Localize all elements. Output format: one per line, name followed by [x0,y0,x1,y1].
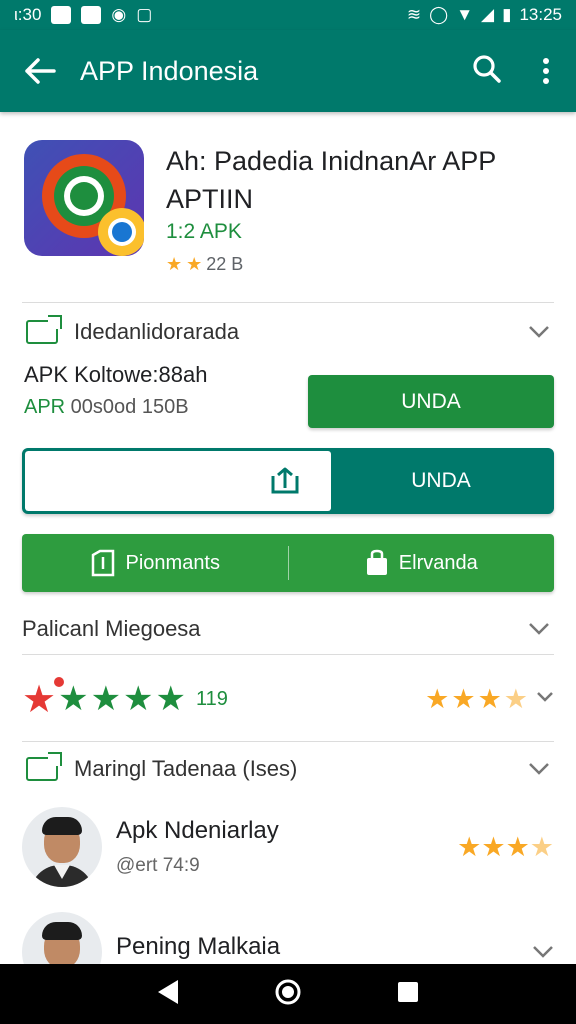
split-download-button[interactable]: UNDA [22,448,554,514]
chevron-down-icon[interactable] [532,945,554,959]
signal-icon: ◢ [481,5,495,24]
status-time-right: 13:25 [519,5,562,24]
half-star-icon: ★ [503,683,528,714]
open-external-icon [26,752,62,781]
apk-size: 00s0od 150B [65,396,189,418]
star-icon: ★ [425,683,450,714]
review-meta: @ert 74:9 [116,855,200,876]
star-icon: ★ [186,254,203,274]
back-triangle-icon[interactable] [156,979,180,1010]
home-circle-icon[interactable] [273,977,303,1012]
half-star-icon: ★ [529,831,554,862]
reviewer-name: Apk Ndeniarlay [116,817,279,844]
battery-icon: ▮ [502,5,512,24]
install-button[interactable]: Elrvanda [289,534,555,592]
star-icon: ★ [123,680,154,718]
divider [22,302,554,303]
divider [22,741,554,742]
section-header-ratings[interactable]: Palicanl Miegoesa [22,609,554,649]
avatar [22,912,102,964]
red-star-icon: ★ [22,676,65,722]
star-icon: ★ [451,683,476,714]
main-content: Ah: Padedia InidnanAr APP APTIIN 1:2 APK… [0,112,576,964]
star-icon: ★ [155,680,187,718]
more-options-icon[interactable] [516,57,576,85]
permissions-button[interactable]: Pionmants [22,534,288,592]
badge-dot [54,676,65,687]
section-header-reviews[interactable]: Maringl Tadenaa (Ises) [22,749,554,789]
install-label: Elrvanda [398,551,478,574]
apk-info-line1: APK Koltowe:88ah [24,362,208,387]
share-button[interactable] [25,451,331,511]
section-title: Palicanl Miegoesa [22,616,201,641]
chevron-down-icon[interactable] [536,690,554,708]
rating-count: 119 [196,687,228,710]
star-icon: ★ [166,254,183,274]
document-icon [91,549,114,577]
app-icon[interactable] [24,140,144,256]
app-rating: ★ ★ 22 B [166,254,243,275]
star-icon: ★ [481,831,506,862]
divider [22,654,554,655]
recents-square-icon[interactable] [396,980,420,1009]
vibrate-icon: ≋ [406,5,422,24]
star-icon: ★ [457,831,482,862]
app-version: 1:2 APK [166,220,242,243]
bag-icon [366,549,387,575]
app-name: Ah: Padedia InidnanAr APP APTIIN [166,146,496,214]
page-title: APP Indonesia [80,55,259,86]
section-title: Idedanlidorarada [74,319,240,344]
status-time-left: ι:30 [14,5,42,24]
notification-icon: ▢ [136,5,153,24]
apk-info-line2: APR 00s0od 150B [24,396,189,419]
notification-icon [51,6,72,24]
permissions-label: Pionmants [125,551,221,574]
reviewer-name: Pening Malkaia [116,933,281,960]
avatar [22,807,102,887]
split-button-label[interactable]: UNDA [331,451,551,511]
section-title: Maringl Tadenaa (Ises) [74,756,298,781]
system-nav-bar [0,964,576,1024]
chevron-down-icon[interactable] [528,616,550,642]
back-arrow-icon[interactable] [0,58,80,84]
review-stars: ★ ★ ★ ★ [457,832,554,863]
chevron-down-icon[interactable] [528,319,550,345]
wifi-icon: ▼ [456,5,474,24]
search-icon[interactable] [472,54,516,89]
star-icon: ★ [477,683,502,714]
star-icon: ★ [90,680,122,718]
alarm-icon: ◯ [429,5,449,24]
star-icon: ★ [505,831,530,862]
action-bar: Pionmants Elrvanda [22,534,554,592]
rating-count: 22 B [206,254,244,274]
review-item[interactable]: Apk Ndeniarlay @ert 74:9 ★ ★ ★ ★ [22,802,554,892]
rating-row: ★ ★ ★ ★ ★ 119 ★ ★ ★ ★ [22,676,554,722]
section-header-details[interactable]: Idedanlidorarada [22,312,554,352]
chevron-down-icon[interactable] [528,756,550,782]
apk-label: APR [24,396,66,418]
status-bar: ι:30 ◉ ▢ ≋ ◯ ▼ ◢ ▮ 13:25 [0,0,576,30]
open-external-icon [26,315,62,344]
review-item[interactable]: Pening Malkaia [22,907,554,964]
app-bar: APP Indonesia [0,30,576,112]
rating-stars: ★ ★ ★ ★ [425,684,554,715]
share-icon [271,467,299,494]
sync-icon: ◉ [111,5,127,24]
download-button[interactable]: UNDA [308,375,554,428]
notification-icon [81,6,102,24]
